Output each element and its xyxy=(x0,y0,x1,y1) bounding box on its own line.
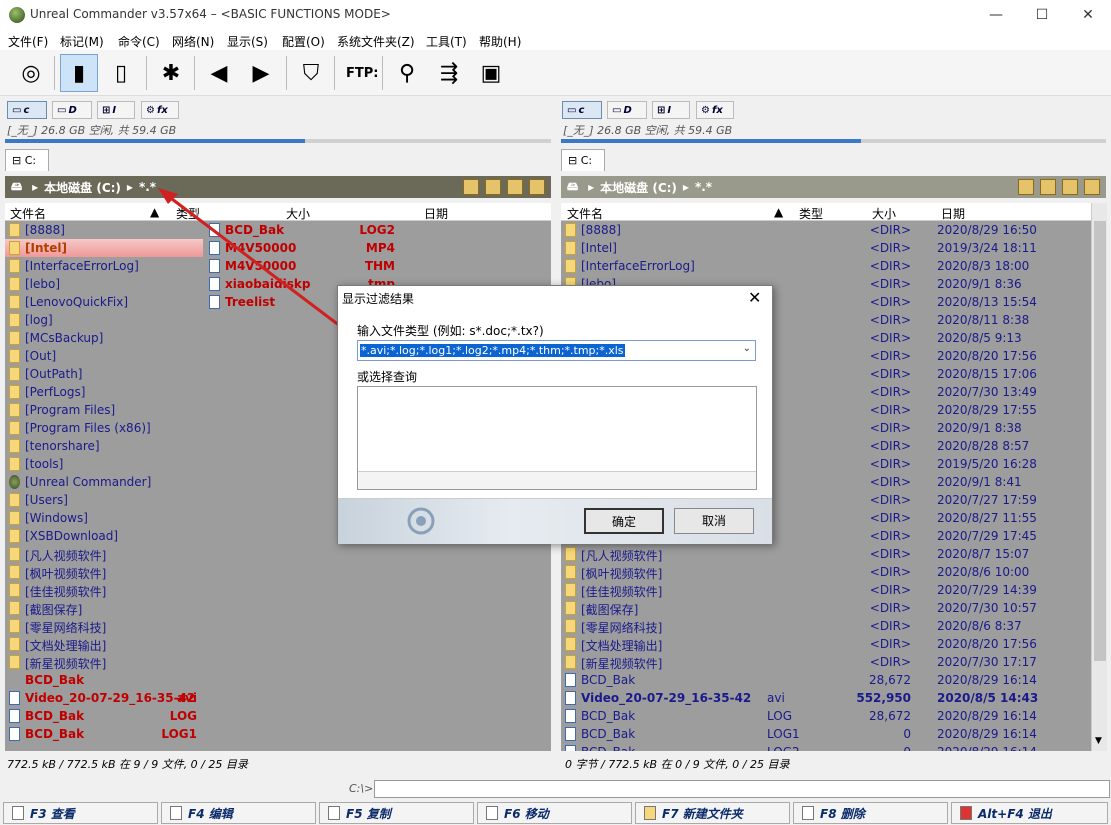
ok-button[interactable]: 确定 xyxy=(584,508,664,534)
query-listbox[interactable] xyxy=(357,386,757,490)
filetype-combobox[interactable]: *.avi;*.log;*.log1;*.log2;*.mp4;*.thm;*.… xyxy=(357,340,756,361)
dialog-close-button[interactable]: ✕ xyxy=(748,288,761,307)
listbox-hscroll[interactable] xyxy=(358,471,756,489)
decorative-logo-icon xyxy=(407,507,435,535)
dialog-title: 显示过滤结果 xyxy=(342,292,415,306)
chevron-down-icon[interactable]: ⌄ xyxy=(743,343,751,354)
filter-dialog: 显示过滤结果 ✕ 输入文件类型 (例如: s*.doc;*.tx?) *.avi… xyxy=(337,285,773,544)
arrow-line xyxy=(167,194,353,337)
query-label: 或选择查询 xyxy=(357,370,418,384)
filetype-value[interactable]: *.avi;*.log;*.log1;*.log2;*.mp4;*.thm;*.… xyxy=(360,344,625,357)
filetype-label: 输入文件类型 (例如: s*.doc;*.tx?) xyxy=(357,324,544,338)
cancel-button[interactable]: 取消 xyxy=(674,508,754,534)
